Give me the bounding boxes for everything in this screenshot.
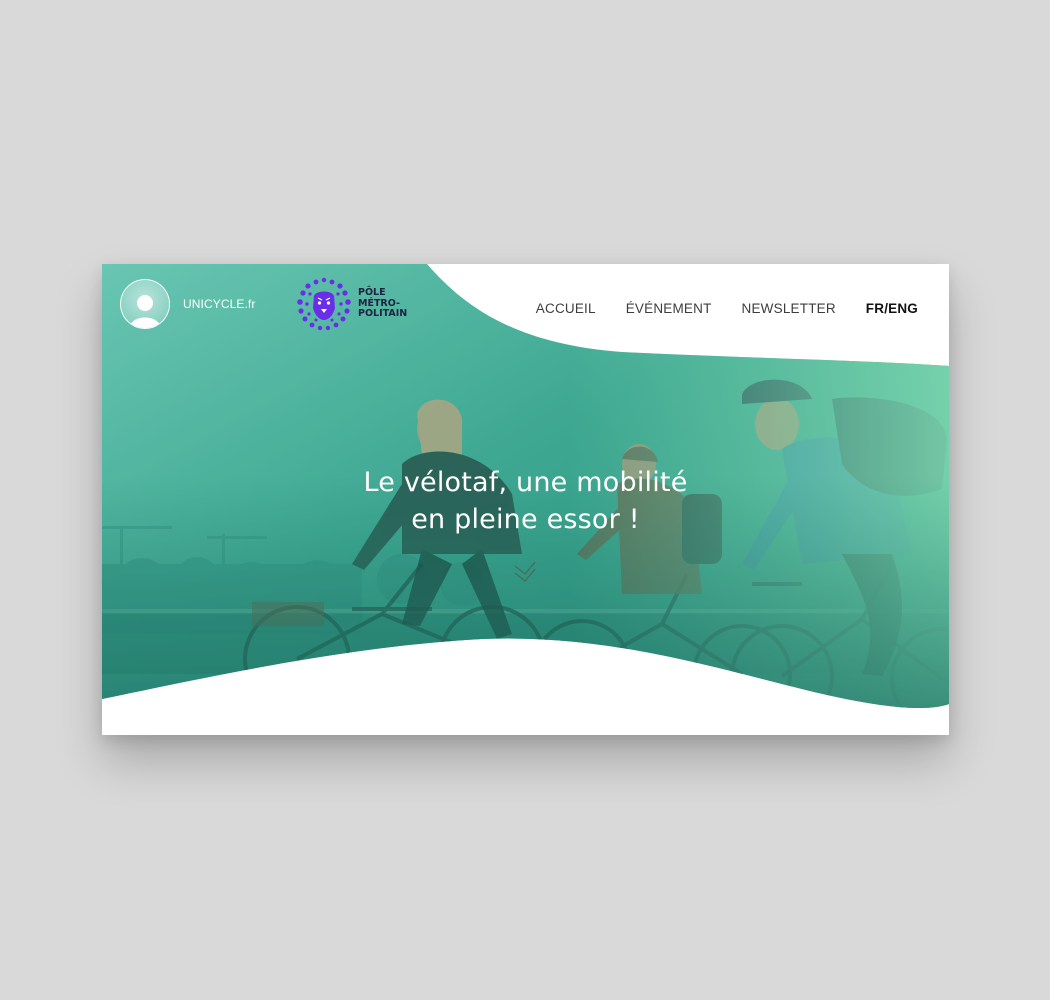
partner-line-1: PÔLE — [358, 287, 386, 299]
partner-name: PÔLE MÉTRO- POLITAIN — [358, 288, 407, 320]
nav-item-accueil[interactable]: ACCUEIL — [536, 301, 596, 316]
hero-headline: Le vélotaf, une mobilité en pleine essor… — [102, 464, 949, 538]
partner-line-3: POLITAIN — [358, 308, 408, 320]
nav-item-newsletter[interactable]: NEWSLETTER — [742, 301, 836, 316]
user-avatar-icon[interactable] — [120, 279, 170, 329]
language-switcher[interactable]: FR/ENG — [866, 301, 918, 316]
partner-logo[interactable]: PÔLE MÉTRO- POLITAIN — [296, 276, 407, 332]
hero-headline-line-1: Le vélotaf, une mobilité — [363, 467, 688, 498]
lion-dots-icon — [297, 277, 351, 331]
brand-name[interactable]: UNICYCLE.fr — [183, 297, 255, 311]
nav-item-evenement[interactable]: ÉVÉNEMENT — [626, 301, 712, 316]
partner-line-2: MÉTRO- — [358, 297, 400, 309]
website-mockup-card: UNICYCLE.fr PÔLE MÉTRO- POLITAIN ACCUEIL… — [102, 264, 949, 735]
double-chevron-down-icon[interactable] — [513, 560, 537, 584]
main-navigation: ACCUEIL ÉVÉNEMENT NEWSLETTER FR/ENG — [506, 301, 918, 316]
brand[interactable]: UNICYCLE.fr — [120, 279, 255, 329]
hero-headline-line-2: en pleine essor ! — [411, 504, 640, 535]
